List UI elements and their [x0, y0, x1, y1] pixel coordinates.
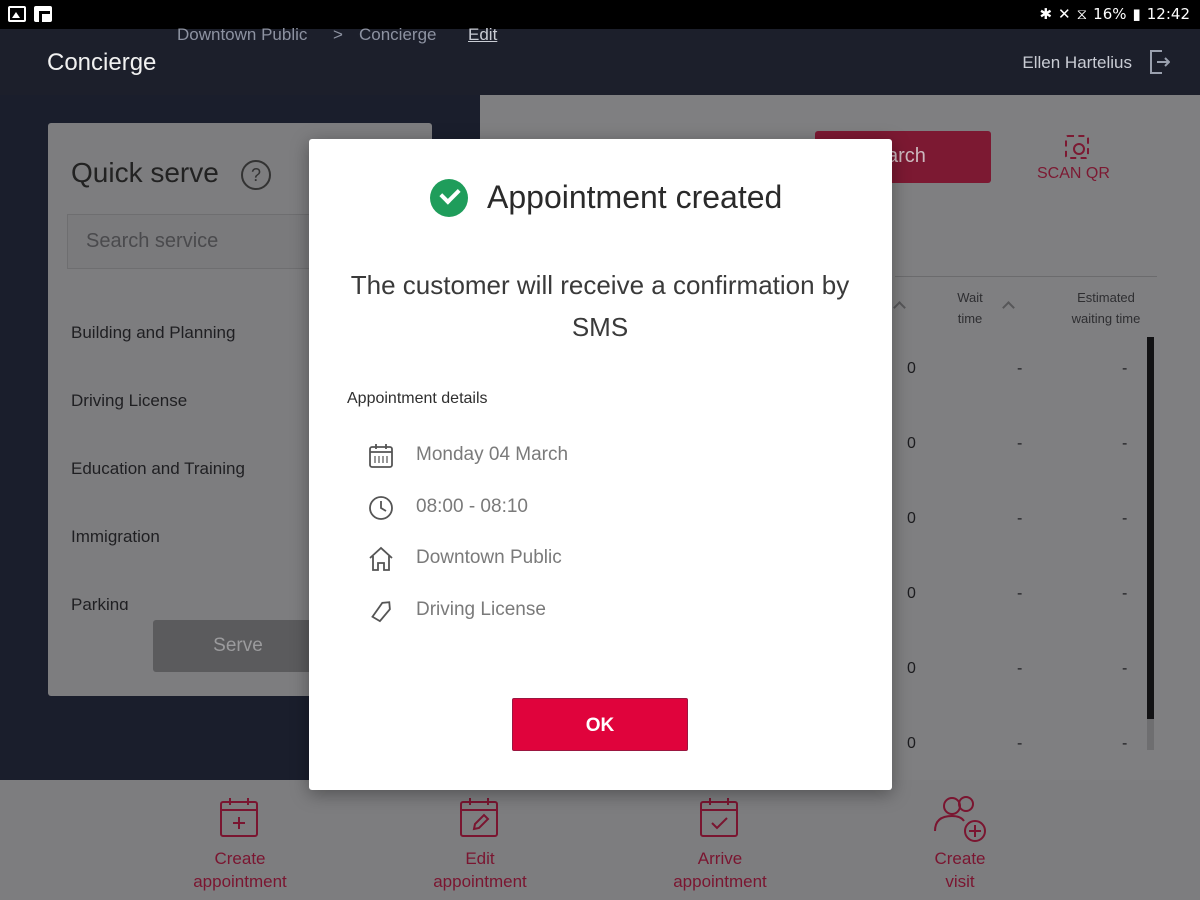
ok-button[interactable]: OK [512, 698, 688, 751]
service-item[interactable]: Immigration [71, 527, 160, 547]
gallery-icon [8, 6, 26, 22]
nav-label: appointment [433, 872, 527, 891]
details-heading: Appointment details [347, 390, 488, 407]
arrive-appointment-button[interactable]: Arrive appointment [640, 847, 800, 893]
nav-label: Arrive [697, 849, 743, 868]
table-scrollbar-track [1147, 719, 1154, 750]
clock-time: 12:42 [1146, 5, 1190, 23]
scan-qr-icon[interactable] [1065, 135, 1089, 159]
service-item[interactable]: Parking [71, 595, 129, 610]
serve-button[interactable]: Serve [153, 620, 323, 672]
quick-serve-title: Quick serve [71, 157, 219, 188]
bluetooth-icon: ✱ [1039, 5, 1053, 23]
mute-icon: ✕ [1058, 5, 1071, 23]
table-cell-count: 0 [907, 585, 916, 602]
appointment-created-dialog [309, 139, 892, 790]
calendar-plus-icon [220, 798, 258, 837]
battery-level: 16% [1093, 5, 1127, 23]
table-cell-count: 0 [907, 435, 916, 452]
search-button-label: arch [887, 145, 926, 167]
create-visit-button[interactable]: Create visit [880, 847, 1040, 893]
detail-service: Driving License [416, 599, 546, 620]
tag-icon [371, 601, 391, 623]
table-cell-wait: - [1017, 735, 1023, 752]
clock-icon [369, 496, 393, 520]
edit-appointment-button[interactable]: Edit appointment [400, 847, 560, 893]
detail-date: Monday 04 March [416, 444, 569, 465]
nav-label: appointment [193, 872, 287, 891]
home-icon [369, 546, 393, 571]
calendar-icon [369, 444, 393, 468]
success-check-icon [430, 179, 468, 217]
breadcrumb-workstation[interactable]: Concierge [359, 25, 437, 45]
table-cell-wait: - [1017, 585, 1023, 602]
help-icon[interactable]: ? [241, 160, 271, 190]
scan-qr-button[interactable]: SCAN QR [1037, 165, 1110, 183]
column-header-wait-time[interactable]: Wait time [945, 287, 995, 329]
table-cell-wait: - [1017, 510, 1023, 527]
table-divider [895, 276, 1157, 277]
service-item[interactable]: Building and Planning [71, 323, 235, 343]
wifi-icon: ⧖ [1076, 5, 1088, 23]
table-cell-wait: - [1017, 435, 1023, 452]
detail-time: 08:00 - 08:10 [416, 496, 528, 517]
table-cell-estimated: - [1122, 435, 1128, 452]
status-right: ✱ ✕ ⧖ 16% ▮ 12:42 [1039, 5, 1190, 23]
user-name: Ellen Hartelius [1022, 53, 1132, 72]
edit-link[interactable]: Edit [468, 25, 497, 45]
table-cell-wait: - [1017, 360, 1023, 377]
detail-location: Downtown Public [416, 547, 562, 568]
calendar-edit-icon [460, 798, 498, 837]
dialog-message: The customer will receive a confirmation… [350, 270, 850, 342]
table-scrollbar[interactable] [1147, 337, 1154, 719]
column-header-estimated[interactable]: Estimated waiting time [1060, 287, 1152, 329]
app-title: Concierge [47, 49, 157, 76]
users-plus-icon [934, 796, 986, 842]
service-search-placeholder: Search service [86, 230, 219, 252]
table-cell-count: 0 [907, 510, 916, 527]
nav-label: Create [934, 849, 986, 868]
create-appointment-button[interactable]: Create appointment [160, 847, 320, 893]
table-cell-estimated: - [1122, 735, 1128, 752]
nav-label: appointment [673, 872, 767, 891]
table-cell-count: 0 [907, 735, 916, 752]
table-cell-count: 0 [907, 360, 916, 377]
service-item[interactable]: Driving License [71, 391, 187, 411]
breadcrumb-branch[interactable]: Downtown Public [177, 25, 307, 45]
logout-icon[interactable] [1148, 49, 1170, 75]
breadcrumb-separator-icon: > [333, 25, 343, 44]
calendar-check-icon [700, 798, 738, 837]
table-cell-wait: - [1017, 660, 1023, 677]
table-cell-count: 0 [907, 660, 916, 677]
nav-label: Edit [465, 849, 495, 868]
battery-icon: ▮ [1132, 5, 1141, 23]
flipboard-icon [34, 6, 52, 22]
nav-label: visit [945, 872, 975, 891]
status-left-icons [8, 6, 52, 22]
table-cell-estimated: - [1122, 585, 1128, 602]
dialog-title: Appointment created [487, 179, 783, 215]
table-cell-estimated: - [1122, 510, 1128, 527]
nav-label: Create [214, 849, 266, 868]
table-cell-estimated: - [1122, 360, 1128, 377]
service-item[interactable]: Education and Training [71, 459, 245, 479]
table-cell-estimated: - [1122, 660, 1128, 677]
